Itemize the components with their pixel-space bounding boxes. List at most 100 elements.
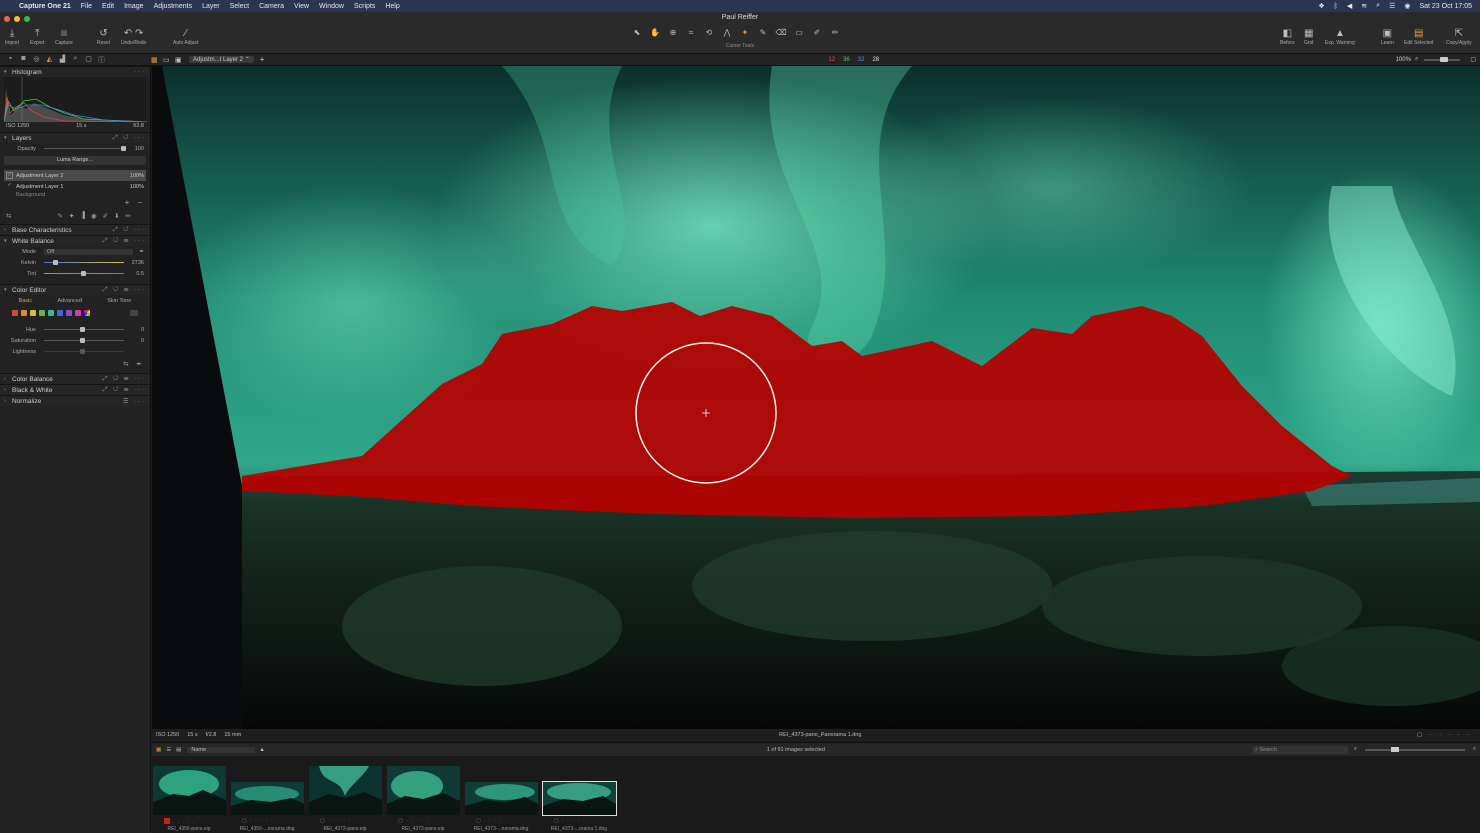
tab-advanced[interactable]: Advanced bbox=[57, 298, 81, 304]
thumbnail-2[interactable] bbox=[309, 766, 382, 815]
lightness-slider-knob[interactable] bbox=[80, 349, 85, 354]
swatch-picker-icon[interactable] bbox=[84, 310, 90, 316]
rating-stars[interactable]: ▢ · · · · · bbox=[320, 818, 351, 824]
reset-icon[interactable]: ⇆ bbox=[123, 360, 128, 368]
histogram-header[interactable]: ▾ Histogram ··· bbox=[0, 66, 150, 77]
image-viewer[interactable] bbox=[152, 66, 1480, 729]
swatch-purple[interactable] bbox=[66, 310, 72, 316]
loupe-tool-icon[interactable]: ⊕ bbox=[666, 28, 680, 38]
menu-view[interactable]: View bbox=[289, 3, 314, 10]
viewer-mode-grid-icon[interactable]: ▦ bbox=[151, 56, 163, 64]
color-tab-icon[interactable]: ◭ bbox=[45, 55, 54, 65]
thumbnail-3[interactable] bbox=[387, 766, 460, 815]
menu-adjustments[interactable]: Adjustments bbox=[149, 3, 198, 10]
panel-controls-icon[interactable]: ⤢ ↺ ☰ ··· bbox=[103, 238, 150, 245]
menu-layer[interactable]: Layer bbox=[197, 3, 225, 10]
copy-apply-button[interactable]: ⇱ Copy/Apply bbox=[1446, 27, 1472, 46]
kelvin-slider-knob[interactable] bbox=[53, 260, 58, 265]
rating-stars[interactable]: ▢ · · · · · bbox=[398, 818, 429, 824]
opacity-slider-knob[interactable] bbox=[121, 146, 126, 151]
grid-view-icon[interactable]: ▦ bbox=[156, 747, 161, 753]
undo-redo-button[interactable]: ↶ ↷ Undo/Redo bbox=[121, 27, 146, 46]
thumbnail-size-knob[interactable] bbox=[1390, 746, 1399, 752]
menu-help[interactable]: Help bbox=[380, 3, 404, 10]
menu-app[interactable]: Capture One 21 bbox=[14, 3, 76, 10]
keystone-tool-icon[interactable]: ⋀ bbox=[720, 28, 734, 38]
panel-controls-icon[interactable]: ⤢ ↺ ☰ ··· bbox=[103, 287, 150, 294]
white-balance-header[interactable]: ▾ White Balance ⤢ ↺ ☰ ··· bbox=[0, 235, 150, 246]
panel-controls-icon[interactable]: ⤢ ↺ ☰ ··· bbox=[103, 376, 150, 383]
saturation-slider-knob[interactable] bbox=[80, 338, 85, 343]
swatch-orange[interactable] bbox=[21, 310, 27, 316]
color-balance-header[interactable]: › Color Balance ⤢ ↺ ☰ ··· bbox=[0, 373, 150, 384]
crop-tool-icon[interactable]: ⌗ bbox=[684, 28, 698, 38]
viewer-mode-multi-icon[interactable]: ▣ bbox=[175, 56, 187, 64]
reset-button[interactable]: ↺ Reset bbox=[97, 27, 110, 46]
filter-icon[interactable]: ⌕ bbox=[1354, 746, 1357, 753]
list-view-icon[interactable]: ☰ bbox=[166, 747, 171, 753]
opacity-slider[interactable] bbox=[44, 146, 126, 151]
control-center-icon[interactable]: ☰ bbox=[1389, 2, 1395, 10]
hue-slider[interactable] bbox=[44, 327, 124, 332]
details-tab-icon[interactable]: ⌕ bbox=[71, 55, 80, 65]
radial-icon[interactable]: ◉ bbox=[91, 212, 97, 220]
before-button[interactable]: ◧ Before bbox=[1280, 27, 1295, 46]
eyedropper-icon[interactable]: ✒ bbox=[139, 249, 144, 255]
tint-slider-knob[interactable] bbox=[81, 271, 86, 276]
eraser-icon[interactable]: ✐ bbox=[103, 212, 108, 220]
checkmark-icon[interactable]: ✓ bbox=[6, 183, 13, 190]
menu-select[interactable]: Select bbox=[225, 3, 254, 10]
siri-icon[interactable]: ◉ bbox=[1404, 2, 1410, 10]
layers-header[interactable]: ▾ Layers ⤢ ↺ ··· bbox=[0, 132, 150, 143]
tab-basic[interactable]: Basic bbox=[19, 298, 32, 304]
filmstrip-view-icon[interactable]: ▤ bbox=[176, 747, 181, 753]
gradient-tool-icon[interactable]: ▭ bbox=[792, 28, 806, 38]
add-layer-button[interactable]: + bbox=[125, 198, 130, 210]
menubar-clock[interactable]: Sat 23 Oct 17:05 bbox=[1419, 3, 1472, 10]
fill-icon[interactable]: ⬇ bbox=[114, 212, 119, 220]
capture-button[interactable]: ◙ Capture bbox=[55, 27, 73, 46]
annotate-tool-icon[interactable]: ✏ bbox=[828, 28, 842, 38]
pan-tool-icon[interactable]: ✋ bbox=[648, 28, 662, 38]
kelvin-slider[interactable] bbox=[44, 260, 124, 265]
magic-brush-icon[interactable]: ✦ bbox=[69, 212, 74, 220]
gradient-icon[interactable]: ▐ bbox=[80, 212, 85, 219]
menu-camera[interactable]: Camera bbox=[254, 3, 289, 10]
metadata-tab-icon[interactable]: ⓘ bbox=[97, 55, 106, 65]
layer-selector[interactable]: Adjustm...t Layer 2 ⌃ bbox=[189, 56, 254, 63]
swatch-yellow[interactable] bbox=[30, 310, 36, 316]
zoom-slider[interactable] bbox=[1424, 56, 1461, 62]
exposure-tab-icon[interactable]: ▟ bbox=[58, 55, 67, 65]
lightness-slider[interactable] bbox=[44, 349, 124, 354]
rating-stars[interactable]: ▢ · · · · · bbox=[1417, 732, 1472, 738]
auto-adjust-button[interactable]: ⁄ Auto Adjust bbox=[173, 27, 198, 46]
layer-item-adjustment-2[interactable]: ✓ Adjustment Layer 2 100% bbox=[4, 170, 146, 181]
zoom-browser-icon[interactable]: ⌕ bbox=[1473, 746, 1476, 753]
rotate-tool-icon[interactable]: ⟲ bbox=[702, 28, 716, 38]
tab-skin-tone[interactable]: Skin Tone bbox=[107, 298, 131, 304]
capture-tab-icon[interactable]: ◙ bbox=[19, 55, 28, 65]
brush-tool-icon[interactable]: ✎ bbox=[756, 28, 770, 38]
brush-icon[interactable]: ✎ bbox=[57, 212, 62, 220]
black-white-header[interactable]: › Black & White ⤢ ↺ ☰ ··· bbox=[0, 384, 150, 395]
zoom-icon[interactable]: ⌕ bbox=[1415, 56, 1418, 63]
export-button[interactable]: ⤒ Export bbox=[30, 27, 44, 46]
thumbnail-size-slider[interactable] bbox=[1364, 746, 1465, 752]
rating-stars[interactable]: ▢ · · · · · bbox=[476, 818, 507, 824]
picker-icon[interactable]: ✒ bbox=[137, 360, 142, 368]
normalize-header[interactable]: › Normalize ☰ ··· bbox=[0, 395, 150, 406]
wifi-icon[interactable]: ≋ bbox=[1361, 2, 1367, 10]
add-layer-icon[interactable]: + bbox=[260, 55, 265, 64]
pen-icon[interactable]: ✏ bbox=[126, 212, 131, 220]
swatch-red[interactable] bbox=[12, 310, 18, 316]
swatch-green[interactable] bbox=[39, 310, 45, 316]
swatch-blue[interactable] bbox=[57, 310, 63, 316]
viewer-mode-single-icon[interactable]: ▭ bbox=[163, 56, 175, 64]
menu-edit[interactable]: Edit bbox=[97, 3, 119, 10]
thumbnail-1[interactable] bbox=[231, 782, 304, 815]
zoom-slider-knob[interactable] bbox=[1440, 56, 1449, 62]
wb-mode-select[interactable]: Off bbox=[44, 248, 134, 255]
menu-scripts[interactable]: Scripts bbox=[349, 3, 380, 10]
tint-slider[interactable] bbox=[44, 271, 124, 276]
thumbnail-0[interactable] bbox=[153, 766, 226, 815]
